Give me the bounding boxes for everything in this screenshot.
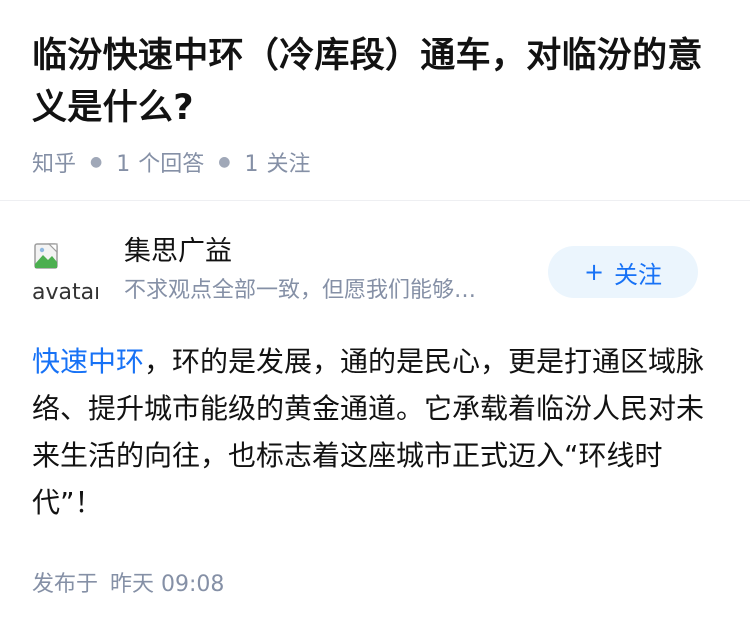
source-label[interactable]: 知乎 <box>32 146 76 178</box>
author-name[interactable]: 集思广益 <box>124 232 544 272</box>
follower-count-number: 1 <box>244 152 259 177</box>
follow-button-label: 关注 <box>614 260 663 289</box>
answer-count-number: 1 <box>116 152 131 177</box>
avatar[interactable]: avatar <box>32 238 98 304</box>
section-divider <box>0 200 750 201</box>
publish-label: 发布于 <box>32 572 99 597</box>
author-bio: 不求观点全部一致，但愿我们能够… <box>124 278 477 303</box>
author-info: 集思广益 不求观点全部一致，但愿我们能够… <box>124 232 544 306</box>
plus-icon: + <box>583 258 605 286</box>
follower-count[interactable]: 1 关注 <box>244 146 310 178</box>
broken-image-icon <box>34 243 58 269</box>
answer-count[interactable]: 1 个回答 <box>116 146 204 178</box>
answer-content: 快速中环，环的是发展，通的是民心，更是打通区域脉络、提升城市能级的黄金通道。它承… <box>32 338 712 526</box>
answer-count-label: 个回答 <box>138 152 205 177</box>
avatar-alt-text: avatar <box>32 280 98 304</box>
publish-info: 发布于 昨天 09:08 <box>32 566 224 598</box>
author-card: avatar 集思广益 不求观点全部一致，但愿我们能够… + 关注 <box>32 232 722 312</box>
answer-link[interactable]: 快速中环 <box>32 345 144 378</box>
question-meta: 知乎 ● 1 个回答 ● 1 关注 <box>32 146 722 178</box>
follower-count-label: 关注 <box>266 152 311 177</box>
question-header: 临汾快速中环（冷库段）通车，对临汾的意义是什么? 知乎 ● 1 个回答 ● 1 关注 <box>32 30 722 178</box>
follow-button[interactable]: + 关注 <box>548 246 698 298</box>
publish-time: 昨天 09:08 <box>110 572 225 597</box>
separator-dot: ● <box>90 154 103 170</box>
question-title[interactable]: 临汾快速中环（冷库段）通车，对临汾的意义是什么? <box>32 30 722 134</box>
separator-dot: ● <box>218 154 231 170</box>
